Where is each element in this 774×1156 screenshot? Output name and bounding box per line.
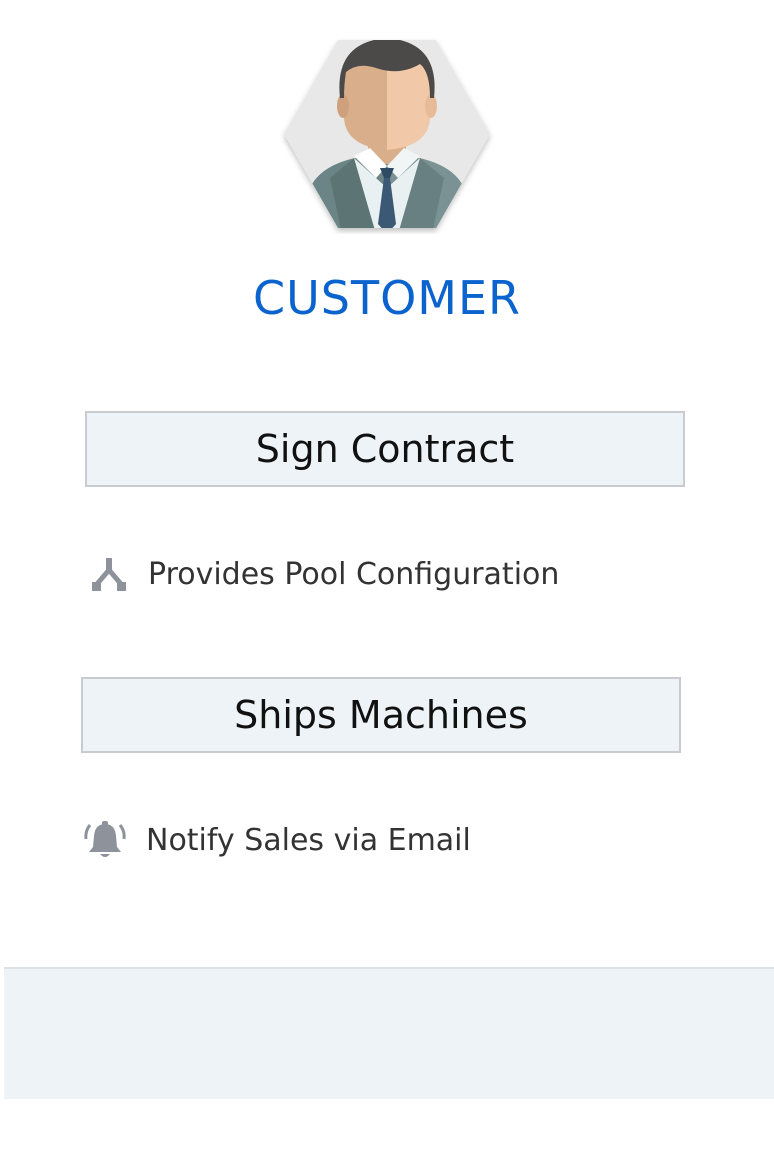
customer-avatar: [280, 38, 494, 234]
task-label: Notify Sales via Email: [146, 822, 471, 858]
task-notify-sales-via-email[interactable]: Notify Sales via Email: [84, 818, 471, 862]
step-sign-contract[interactable]: Sign Contract: [85, 411, 685, 487]
bell-icon: [84, 819, 126, 861]
footer-band: [4, 967, 774, 1099]
businessman-avatar-icon: [284, 40, 490, 228]
step-ships-machines[interactable]: Ships Machines: [81, 677, 681, 753]
task-label: Provides Pool Configuration: [148, 556, 560, 592]
role-title: CUSTOMER: [252, 271, 521, 325]
task-provides-pool-configuration[interactable]: Provides Pool Configuration: [88, 552, 559, 596]
fork-icon: [88, 553, 130, 595]
